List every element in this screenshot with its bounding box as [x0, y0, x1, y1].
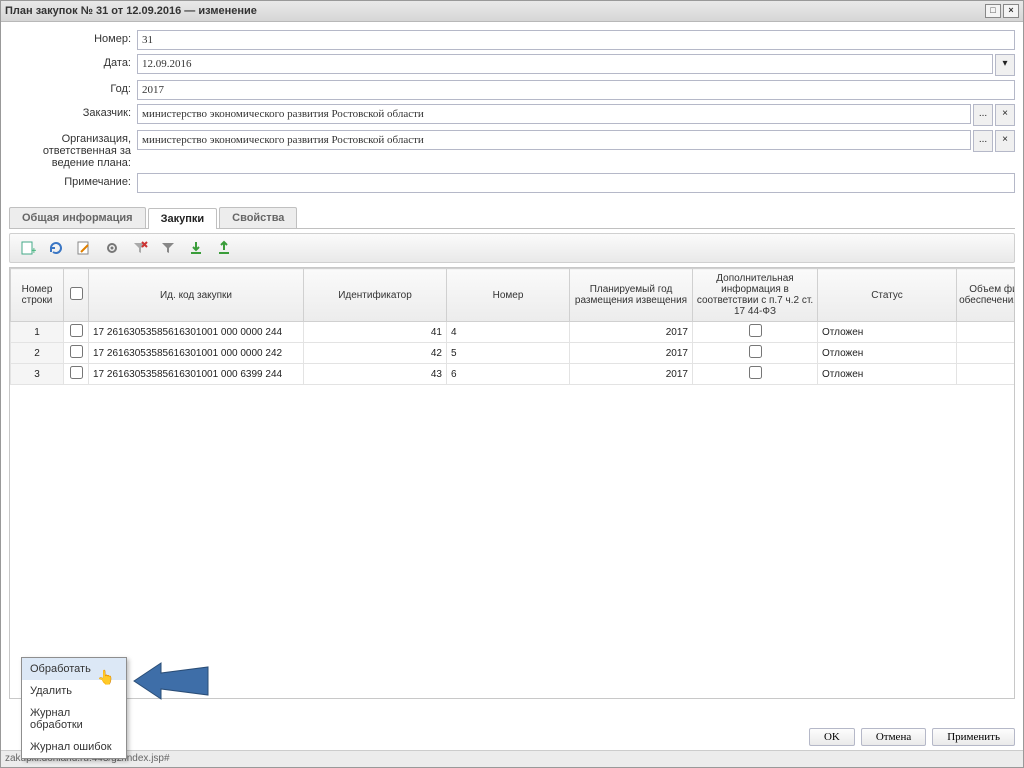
table-row[interactable]: 1 17 26163053585616301001 000 0000 244414… — [11, 322, 1016, 343]
cell-idcode: 17 26163053585616301001 000 0000 244 — [89, 322, 304, 343]
main-window: План закупок № 31 от 12.09.2016 — измене… — [0, 0, 1024, 768]
label-note: Примечание: — [9, 173, 137, 188]
tab-props[interactable]: Свойства — [219, 207, 297, 228]
row-checkbox[interactable] — [70, 345, 83, 358]
cell-extra[interactable] — [693, 364, 818, 385]
status-bar: zakupki.donland.ru:443/gz/index.jsp# — [1, 750, 1023, 767]
date-input[interactable] — [137, 54, 993, 74]
export-down-icon[interactable] — [186, 238, 206, 258]
dialog-footer: OK Отмена Применить — [1, 725, 1023, 749]
tab-strip: Общая информация Закупки Свойства — [9, 207, 1015, 229]
cell-idcode: 17 26163053585616301001 000 0000 242 — [89, 343, 304, 364]
table-row[interactable]: 2 17 26163053585616301001 000 0000 242425… — [11, 343, 1016, 364]
customer-lookup-button[interactable]: ... — [973, 104, 993, 126]
cell-status: Отложен — [818, 364, 957, 385]
org-lookup-button[interactable]: ... — [973, 130, 993, 152]
filter-clear-icon[interactable] — [130, 238, 150, 258]
org-input[interactable] — [137, 130, 971, 150]
label-org: Организация, ответственная за ведение пл… — [9, 130, 137, 169]
col-number[interactable]: Номер — [447, 269, 570, 322]
maximize-button[interactable]: □ — [985, 4, 1001, 18]
cell-ident: 42 — [304, 343, 447, 364]
note-input[interactable] — [137, 173, 1015, 193]
cell-number: 6 — [447, 364, 570, 385]
col-volume[interactable]: Объем фина обеспечения: год — [957, 269, 1016, 322]
menu-log-errors[interactable]: Журнал ошибок — [22, 736, 126, 758]
year-input[interactable] — [137, 80, 1015, 100]
label-number: Номер: — [9, 30, 137, 45]
menu-delete[interactable]: Удалить — [22, 680, 126, 702]
cell-year: 2017 — [570, 364, 693, 385]
menu-process[interactable]: Обработать — [22, 658, 126, 680]
cell-extra[interactable] — [693, 322, 818, 343]
grid-toolbar: + — [9, 233, 1015, 263]
cell-year: 2017 — [570, 322, 693, 343]
close-button[interactable]: × — [1003, 4, 1019, 18]
cell-checkbox[interactable] — [64, 364, 89, 385]
row-checkbox[interactable] — [70, 324, 83, 337]
cell-rownum: 3 — [11, 364, 64, 385]
add-icon[interactable]: + — [18, 238, 38, 258]
number-input[interactable] — [137, 30, 1015, 50]
titlebar: План закупок № 31 от 12.09.2016 — измене… — [1, 1, 1023, 22]
tab-general[interactable]: Общая информация — [9, 207, 146, 228]
label-customer: Заказчик: — [9, 104, 137, 119]
cell-ident: 43 — [304, 364, 447, 385]
customer-clear-button[interactable]: × — [995, 104, 1015, 126]
cell-rownum: 1 — [11, 322, 64, 343]
filter-icon[interactable] — [158, 238, 178, 258]
col-ident[interactable]: Идентификатор — [304, 269, 447, 322]
gear-icon[interactable] — [102, 238, 122, 258]
col-idcode[interactable]: Ид. код закупки — [89, 269, 304, 322]
cell-volume — [957, 343, 1016, 364]
cell-status: Отложен — [818, 322, 957, 343]
extra-checkbox[interactable] — [749, 345, 762, 358]
customer-input[interactable] — [137, 104, 971, 124]
cell-checkbox[interactable] — [64, 343, 89, 364]
cell-checkbox[interactable] — [64, 322, 89, 343]
col-extra[interactable]: Дополнительная информация в соответствии… — [693, 269, 818, 322]
cell-idcode: 17 26163053585616301001 000 6399 244 — [89, 364, 304, 385]
col-rownum[interactable]: Номер строки — [11, 269, 64, 322]
extra-checkbox[interactable] — [749, 324, 762, 337]
cancel-button[interactable]: Отмена — [861, 728, 926, 746]
col-checkbox[interactable] — [64, 269, 89, 322]
menu-log-process[interactable]: Журнал обработки — [22, 702, 126, 736]
tab-purchases[interactable]: Закупки — [148, 208, 218, 229]
cell-number: 4 — [447, 322, 570, 343]
annotation-arrow-icon — [126, 651, 216, 711]
cell-year: 2017 — [570, 343, 693, 364]
cell-volume — [957, 364, 1016, 385]
cell-extra[interactable] — [693, 343, 818, 364]
col-status[interactable]: Статус — [818, 269, 957, 322]
label-date: Дата: — [9, 54, 137, 69]
label-year: Год: — [9, 80, 137, 95]
apply-button[interactable]: Применить — [932, 728, 1015, 746]
cell-rownum: 2 — [11, 343, 64, 364]
row-checkbox[interactable] — [70, 366, 83, 379]
window-title: План закупок № 31 от 12.09.2016 — измене… — [5, 5, 257, 17]
svg-text:+: + — [31, 246, 36, 256]
extra-checkbox[interactable] — [749, 366, 762, 379]
cell-ident: 41 — [304, 322, 447, 343]
cell-volume — [957, 322, 1016, 343]
col-year[interactable]: Планируемый год размещения извещения — [570, 269, 693, 322]
org-clear-button[interactable]: × — [995, 130, 1015, 152]
grid: Номер строки Ид. код закупки Идентификат… — [9, 267, 1015, 699]
export-up-icon[interactable] — [214, 238, 234, 258]
cell-status: Отложен — [818, 343, 957, 364]
refresh-icon[interactable] — [46, 238, 66, 258]
cell-number: 5 — [447, 343, 570, 364]
edit-icon[interactable] — [74, 238, 94, 258]
ok-button[interactable]: OK — [809, 728, 855, 746]
context-menu: Обработать Удалить Журнал обработки Журн… — [21, 657, 127, 759]
table-row[interactable]: 3 17 26163053585616301001 000 6399 244436… — [11, 364, 1016, 385]
form-panel: Номер: Дата: ▾ Год: Заказчик: ... × Орга… — [1, 22, 1023, 201]
calendar-icon[interactable]: ▾ — [995, 54, 1015, 76]
select-all-checkbox[interactable] — [70, 287, 83, 300]
